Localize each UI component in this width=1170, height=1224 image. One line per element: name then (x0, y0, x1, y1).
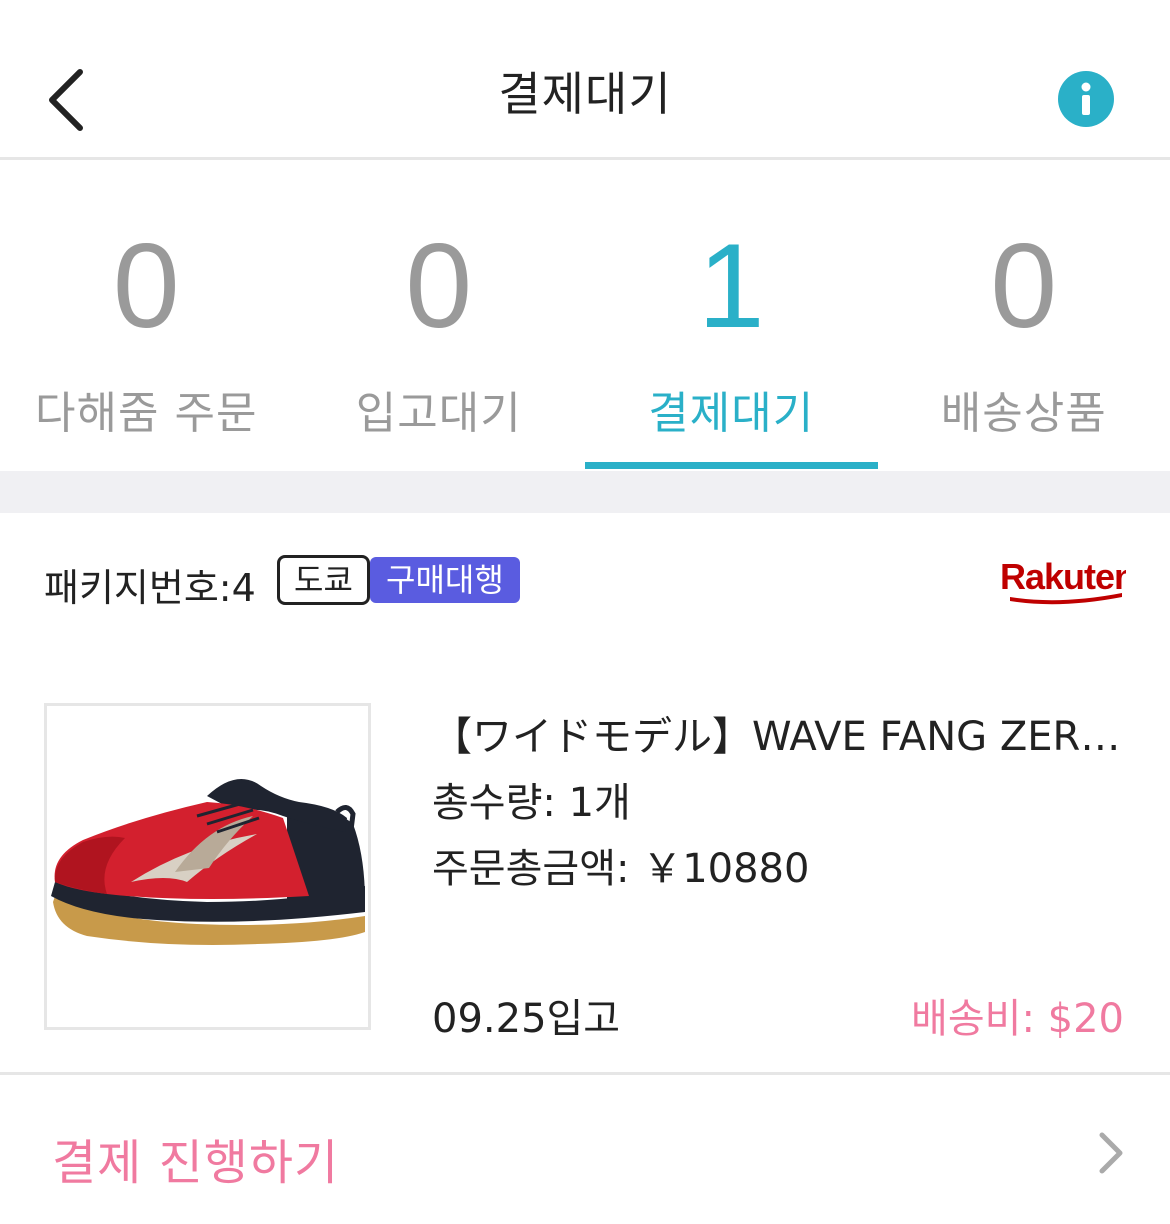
info-button[interactable] (1058, 71, 1114, 127)
total-quantity: 총수량: 1개 (432, 780, 631, 826)
arrival-date: 09.25입고 (432, 996, 621, 1042)
product-image[interactable] (44, 703, 371, 1030)
service-tag: 구매대행 (370, 557, 520, 603)
tab-count: 0 (112, 219, 180, 353)
section-separator (0, 471, 1170, 513)
tab-dahaejum-orders[interactable]: 0 다해줌 주문 (0, 163, 293, 471)
tab-count: 1 (697, 219, 765, 353)
proceed-payment-label: 결제 진행하기 (52, 1135, 340, 1191)
rakuten-logo-text: Rakuten (1000, 556, 1126, 597)
top-header: 결제대기 (0, 0, 1170, 160)
package-header: 패키지번호:4 도쿄 구매대행 Rakuten (0, 513, 1170, 653)
tab-label: 결제대기 (648, 388, 815, 439)
tab-count: 0 (405, 219, 473, 353)
payment-pending-screen: 결제대기 0 다해줌 주문 0 입고대기 1 결제대기 0 배송상품 패키지번호… (0, 0, 1170, 1224)
order-total-amount: 주문총금액: ￥10880 (432, 846, 810, 892)
product-title[interactable]: 【ワイドモデル】WAVE FANG ZER… (432, 704, 1126, 762)
tab-label: 배송상품 (940, 388, 1107, 439)
rakuten-logo: Rakuten (1000, 556, 1126, 605)
tab-count: 0 (990, 219, 1058, 353)
active-tab-indicator (585, 462, 878, 469)
info-icon (1081, 82, 1091, 115)
tab-label: 입고대기 (355, 388, 522, 439)
package-number: 패키지번호:4 (44, 566, 256, 610)
city-tag: 도쿄 (277, 555, 370, 605)
shoe-image (51, 778, 365, 945)
tab-awaiting-payment[interactable]: 1 결제대기 (585, 163, 878, 471)
proceed-payment-button[interactable]: 결제 진행하기 (0, 1075, 1170, 1224)
chevron-right-icon (1099, 1132, 1123, 1174)
order-status-tabs: 0 다해줌 주문 0 입고대기 1 결제대기 0 배송상품 (0, 163, 1170, 471)
tab-label: 다해줌 주문 (35, 388, 258, 439)
tab-shipping-items[interactable]: 0 배송상품 (878, 163, 1170, 471)
tab-awaiting-arrival[interactable]: 0 입고대기 (293, 163, 586, 471)
shipping-fee: 배송비: $20 (911, 996, 1124, 1042)
page-title: 결제대기 (498, 67, 672, 121)
